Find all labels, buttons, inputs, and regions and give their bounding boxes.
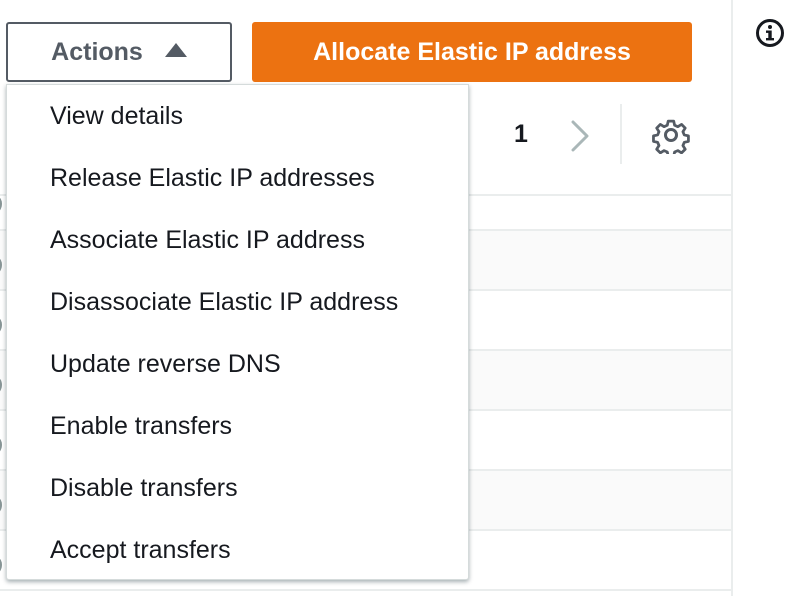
actions-button[interactable]: Actions — [6, 22, 232, 82]
row-select-control[interactable] — [0, 318, 2, 332]
caret-up-icon — [164, 43, 187, 57]
ec2-elastic-ip-page: 1 Actions Allocate Elastic IP address Vi… — [0, 0, 796, 596]
gear-icon[interactable] — [652, 116, 690, 154]
pagination-current-page[interactable]: 1 — [510, 120, 532, 149]
row-select-control[interactable] — [0, 438, 2, 452]
menu-item-view-details[interactable]: View details — [7, 85, 468, 147]
panel-divider — [731, 0, 733, 596]
info-icon[interactable] — [755, 18, 785, 48]
toolbar-divider — [620, 104, 622, 164]
actions-button-label: Actions — [51, 37, 143, 66]
menu-item-enable-transfers[interactable]: Enable transfers — [7, 395, 468, 457]
row-select-control[interactable] — [0, 197, 2, 211]
menu-item-disassociate-elastic-ip-address[interactable]: Disassociate Elastic IP address — [7, 271, 468, 333]
menu-item-accept-transfers[interactable]: Accept transfers — [7, 519, 468, 581]
chevron-right-icon[interactable] — [567, 116, 593, 156]
menu-item-update-reverse-dns[interactable]: Update reverse DNS — [7, 333, 468, 395]
row-divider — [0, 589, 731, 591]
allocate-button-label: Allocate Elastic IP address — [313, 37, 631, 66]
menu-item-release-elastic-ip-addresses[interactable]: Release Elastic IP addresses — [7, 147, 468, 209]
allocate-elastic-ip-button[interactable]: Allocate Elastic IP address — [252, 22, 692, 82]
actions-dropdown-menu: View details Release Elastic IP addresse… — [6, 84, 469, 580]
menu-item-associate-elastic-ip-address[interactable]: Associate Elastic IP address — [7, 209, 468, 271]
row-select-control[interactable] — [0, 558, 2, 572]
menu-item-disable-transfers[interactable]: Disable transfers — [7, 457, 468, 519]
